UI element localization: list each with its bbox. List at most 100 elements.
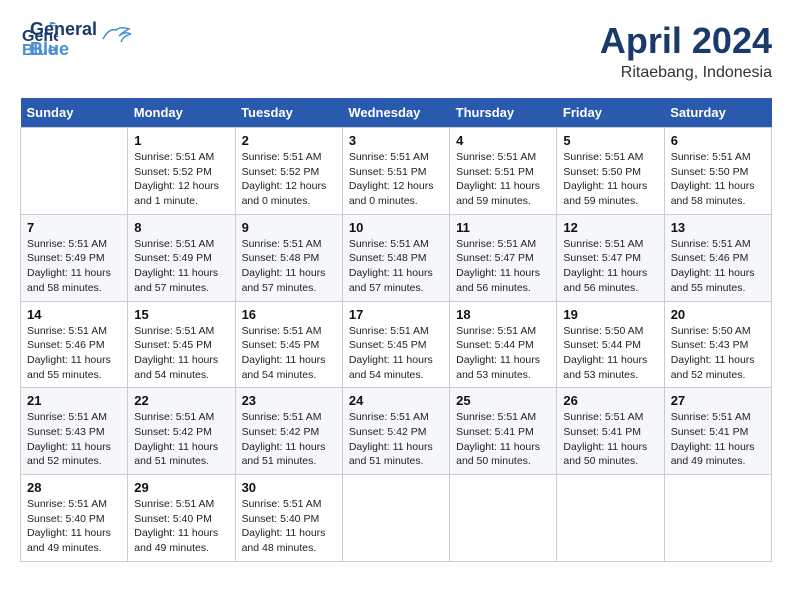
day-info: Sunrise: 5:51 AMSunset: 5:45 PMDaylight:… (349, 325, 433, 381)
calendar-cell: 26 Sunrise: 5:51 AMSunset: 5:41 PMDaylig… (557, 388, 664, 475)
calendar-cell: 22 Sunrise: 5:51 AMSunset: 5:42 PMDaylig… (128, 388, 235, 475)
day-number: 5 (563, 133, 657, 148)
day-number: 19 (563, 307, 657, 322)
day-number: 30 (242, 480, 336, 495)
day-number: 10 (349, 220, 443, 235)
day-number: 8 (134, 220, 228, 235)
day-number: 6 (671, 133, 765, 148)
day-info: Sunrise: 5:51 AMSunset: 5:41 PMDaylight:… (671, 411, 755, 467)
day-info: Sunrise: 5:50 AMSunset: 5:43 PMDaylight:… (671, 325, 755, 381)
day-info: Sunrise: 5:51 AMSunset: 5:40 PMDaylight:… (242, 498, 326, 554)
calendar-cell: 21 Sunrise: 5:51 AMSunset: 5:43 PMDaylig… (21, 388, 128, 475)
weekday-header-wednesday: Wednesday (342, 98, 449, 128)
calendar-cell: 16 Sunrise: 5:51 AMSunset: 5:45 PMDaylig… (235, 301, 342, 388)
day-number: 2 (242, 133, 336, 148)
weekday-header-tuesday: Tuesday (235, 98, 342, 128)
calendar-cell: 1 Sunrise: 5:51 AMSunset: 5:52 PMDayligh… (128, 128, 235, 215)
calendar-cell (450, 475, 557, 562)
day-number: 12 (563, 220, 657, 235)
day-number: 7 (27, 220, 121, 235)
calendar-cell (557, 475, 664, 562)
calendar-cell: 23 Sunrise: 5:51 AMSunset: 5:42 PMDaylig… (235, 388, 342, 475)
calendar-cell: 7 Sunrise: 5:51 AMSunset: 5:49 PMDayligh… (21, 214, 128, 301)
calendar-cell: 24 Sunrise: 5:51 AMSunset: 5:42 PMDaylig… (342, 388, 449, 475)
day-info: Sunrise: 5:51 AMSunset: 5:46 PMDaylight:… (671, 238, 755, 294)
day-number: 9 (242, 220, 336, 235)
day-info: Sunrise: 5:51 AMSunset: 5:40 PMDaylight:… (134, 498, 218, 554)
weekday-header-monday: Monday (128, 98, 235, 128)
day-info: Sunrise: 5:51 AMSunset: 5:48 PMDaylight:… (242, 238, 326, 294)
day-info: Sunrise: 5:51 AMSunset: 5:42 PMDaylight:… (242, 411, 326, 467)
calendar-cell: 17 Sunrise: 5:51 AMSunset: 5:45 PMDaylig… (342, 301, 449, 388)
day-number: 16 (242, 307, 336, 322)
calendar-cell: 15 Sunrise: 5:51 AMSunset: 5:45 PMDaylig… (128, 301, 235, 388)
calendar-cell (342, 475, 449, 562)
logo-blue-text: Blue (30, 40, 97, 60)
calendar-cell: 8 Sunrise: 5:51 AMSunset: 5:49 PMDayligh… (128, 214, 235, 301)
day-info: Sunrise: 5:51 AMSunset: 5:41 PMDaylight:… (563, 411, 647, 467)
day-number: 17 (349, 307, 443, 322)
day-info: Sunrise: 5:51 AMSunset: 5:52 PMDaylight:… (242, 151, 327, 207)
day-number: 1 (134, 133, 228, 148)
day-number: 15 (134, 307, 228, 322)
weekday-header-thursday: Thursday (450, 98, 557, 128)
calendar-week-row: 28 Sunrise: 5:51 AMSunset: 5:40 PMDaylig… (21, 475, 772, 562)
day-info: Sunrise: 5:51 AMSunset: 5:45 PMDaylight:… (134, 325, 218, 381)
calendar-cell: 5 Sunrise: 5:51 AMSunset: 5:50 PMDayligh… (557, 128, 664, 215)
calendar-cell: 25 Sunrise: 5:51 AMSunset: 5:41 PMDaylig… (450, 388, 557, 475)
calendar-cell: 4 Sunrise: 5:51 AMSunset: 5:51 PMDayligh… (450, 128, 557, 215)
day-info: Sunrise: 5:51 AMSunset: 5:48 PMDaylight:… (349, 238, 433, 294)
calendar-cell: 19 Sunrise: 5:50 AMSunset: 5:44 PMDaylig… (557, 301, 664, 388)
calendar-cell: 2 Sunrise: 5:51 AMSunset: 5:52 PMDayligh… (235, 128, 342, 215)
calendar-cell: 6 Sunrise: 5:51 AMSunset: 5:50 PMDayligh… (664, 128, 771, 215)
calendar-cell: 12 Sunrise: 5:51 AMSunset: 5:47 PMDaylig… (557, 214, 664, 301)
day-info: Sunrise: 5:51 AMSunset: 5:40 PMDaylight:… (27, 498, 111, 554)
day-info: Sunrise: 5:51 AMSunset: 5:47 PMDaylight:… (563, 238, 647, 294)
calendar-table: SundayMondayTuesdayWednesdayThursdayFrid… (20, 98, 772, 562)
page-header: General Blue General Blue April 2024 Rit… (20, 20, 772, 82)
calendar-cell (664, 475, 771, 562)
day-info: Sunrise: 5:51 AMSunset: 5:49 PMDaylight:… (134, 238, 218, 294)
calendar-week-row: 1 Sunrise: 5:51 AMSunset: 5:52 PMDayligh… (21, 128, 772, 215)
calendar-header-row: SundayMondayTuesdayWednesdayThursdayFrid… (21, 98, 772, 128)
day-number: 29 (134, 480, 228, 495)
day-number: 14 (27, 307, 121, 322)
location: Ritaebang, Indonesia (600, 64, 772, 82)
calendar-cell: 27 Sunrise: 5:51 AMSunset: 5:41 PMDaylig… (664, 388, 771, 475)
day-info: Sunrise: 5:51 AMSunset: 5:50 PMDaylight:… (671, 151, 755, 207)
day-number: 23 (242, 393, 336, 408)
day-info: Sunrise: 5:50 AMSunset: 5:44 PMDaylight:… (563, 325, 647, 381)
day-number: 21 (27, 393, 121, 408)
calendar-cell: 30 Sunrise: 5:51 AMSunset: 5:40 PMDaylig… (235, 475, 342, 562)
day-info: Sunrise: 5:51 AMSunset: 5:46 PMDaylight:… (27, 325, 111, 381)
day-info: Sunrise: 5:51 AMSunset: 5:43 PMDaylight:… (27, 411, 111, 467)
calendar-cell: 14 Sunrise: 5:51 AMSunset: 5:46 PMDaylig… (21, 301, 128, 388)
day-number: 11 (456, 220, 550, 235)
calendar-cell: 29 Sunrise: 5:51 AMSunset: 5:40 PMDaylig… (128, 475, 235, 562)
day-info: Sunrise: 5:51 AMSunset: 5:51 PMDaylight:… (456, 151, 540, 207)
calendar-week-row: 21 Sunrise: 5:51 AMSunset: 5:43 PMDaylig… (21, 388, 772, 475)
day-number: 13 (671, 220, 765, 235)
day-info: Sunrise: 5:51 AMSunset: 5:49 PMDaylight:… (27, 238, 111, 294)
day-info: Sunrise: 5:51 AMSunset: 5:45 PMDaylight:… (242, 325, 326, 381)
calendar-cell: 20 Sunrise: 5:50 AMSunset: 5:43 PMDaylig… (664, 301, 771, 388)
day-number: 26 (563, 393, 657, 408)
calendar-cell: 10 Sunrise: 5:51 AMSunset: 5:48 PMDaylig… (342, 214, 449, 301)
calendar-cell: 11 Sunrise: 5:51 AMSunset: 5:47 PMDaylig… (450, 214, 557, 301)
day-number: 25 (456, 393, 550, 408)
calendar-cell (21, 128, 128, 215)
day-number: 27 (671, 393, 765, 408)
calendar-cell: 18 Sunrise: 5:51 AMSunset: 5:44 PMDaylig… (450, 301, 557, 388)
month-title: April 2024 (600, 20, 772, 62)
calendar-cell: 3 Sunrise: 5:51 AMSunset: 5:51 PMDayligh… (342, 128, 449, 215)
day-number: 28 (27, 480, 121, 495)
logo: General Blue General Blue (20, 20, 131, 60)
weekday-header-sunday: Sunday (21, 98, 128, 128)
day-number: 18 (456, 307, 550, 322)
bird-icon (101, 24, 131, 46)
calendar-week-row: 7 Sunrise: 5:51 AMSunset: 5:49 PMDayligh… (21, 214, 772, 301)
day-info: Sunrise: 5:51 AMSunset: 5:52 PMDaylight:… (134, 151, 219, 207)
logo-general-text: General (30, 20, 97, 40)
calendar-cell: 9 Sunrise: 5:51 AMSunset: 5:48 PMDayligh… (235, 214, 342, 301)
day-number: 20 (671, 307, 765, 322)
